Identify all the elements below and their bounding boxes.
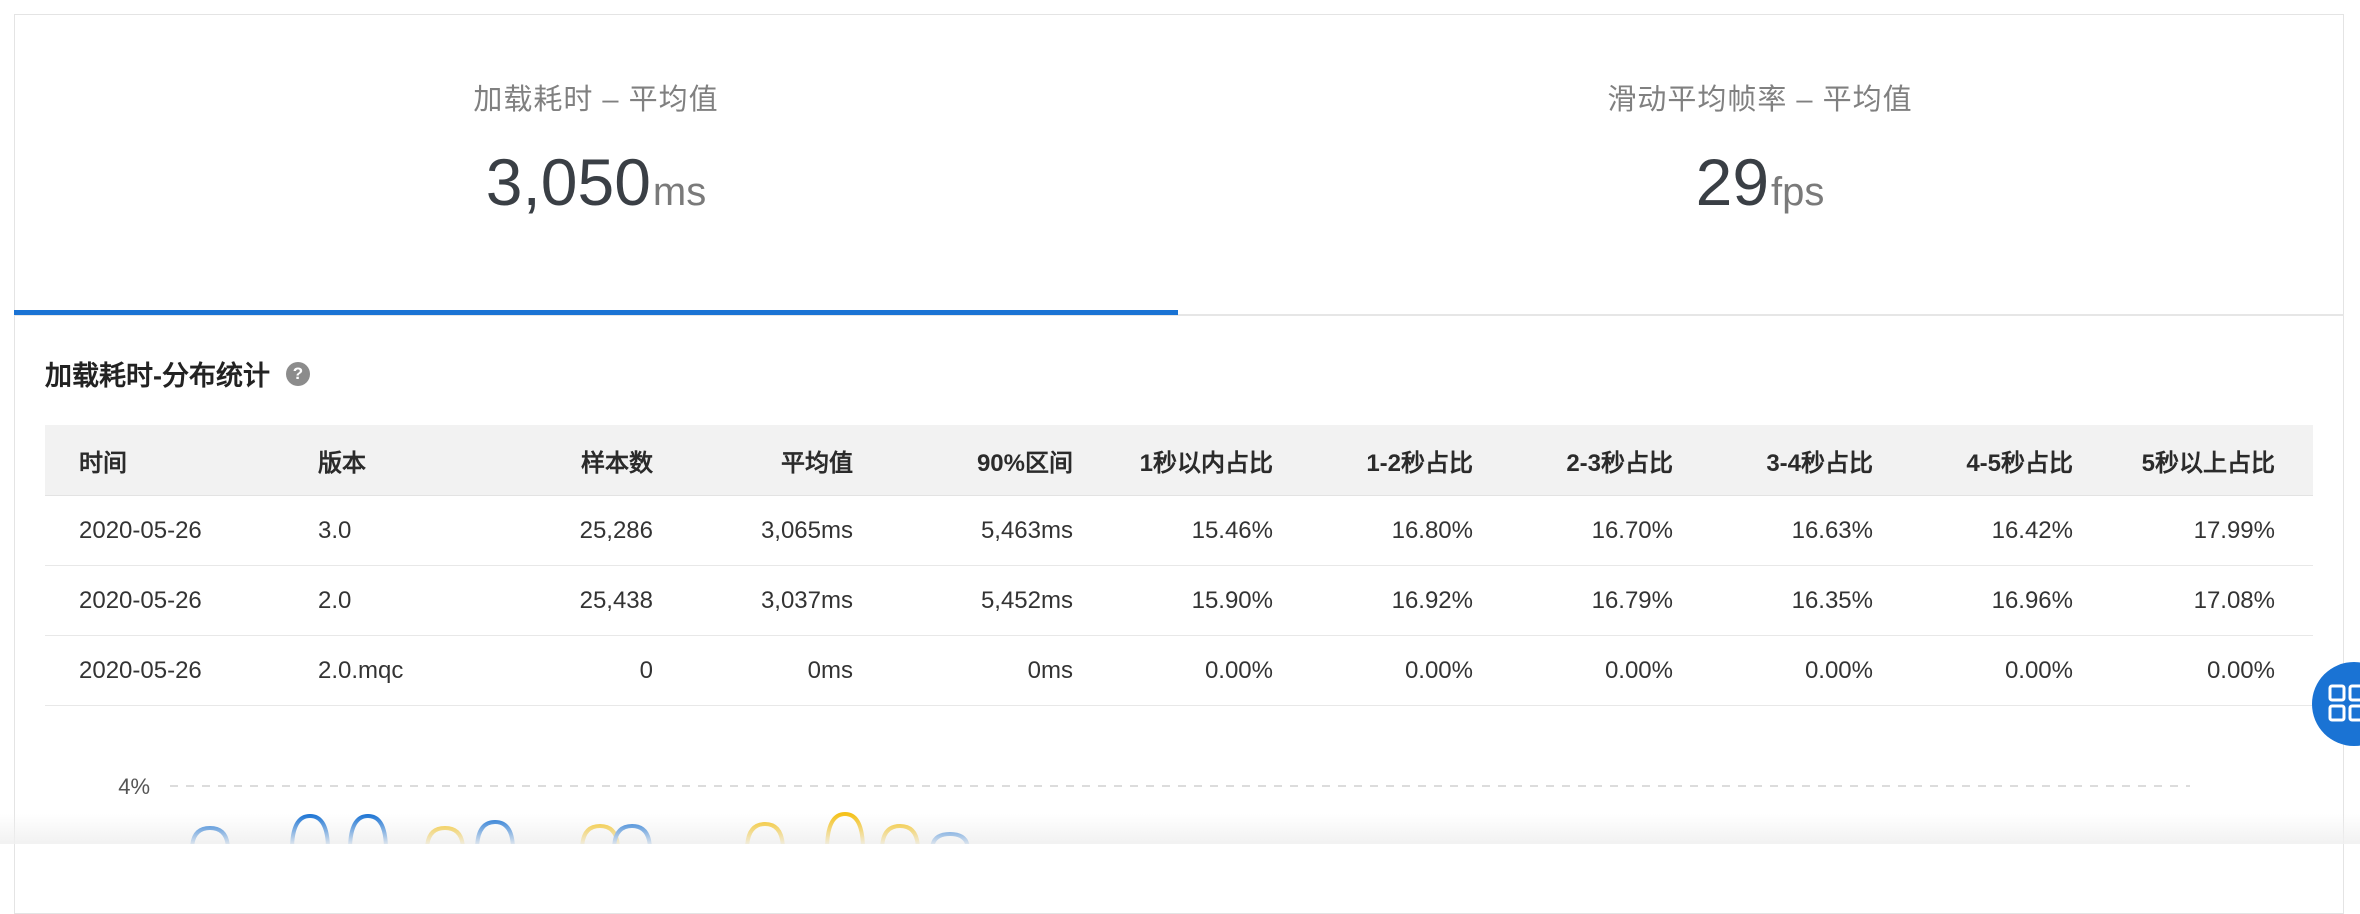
metric-title: 加载耗时 – 平均值 [473, 84, 719, 116]
grid-apps-icon [2328, 684, 2360, 722]
table-row[interactable]: 2020-05-26 2.0.mqc 0 0ms 0ms 0.00% 0.00% 0.00% 0… [45, 636, 2313, 706]
section-title: 加载耗时-分布统计 ? [45, 354, 310, 393]
metric-tabs: 加载耗时 – 平均值 3,050ms 滑动平均帧率 – 平均值 29fps [14, 14, 2344, 316]
help-icon[interactable]: ? [286, 361, 310, 386]
metric-unit: fps [1771, 170, 1825, 214]
bottom-fade [0, 814, 2360, 844]
metric-number: 29 [1695, 145, 1770, 219]
y-tick-label: 4% [118, 774, 150, 799]
table-row[interactable]: 2020-05-26 2.0 25,438 3,037ms 5,452ms 15.90% 1… [45, 566, 2313, 636]
metric-tab-fps[interactable]: 滑动平均帧率 – 平均值 29fps [1178, 14, 2342, 314]
metric-value: 3,050ms [14, 144, 1178, 220]
metric-value: 29fps [1178, 144, 2342, 220]
distribution-table: 时间 版本 样本数 平均值 90%区间 1秒以内占比 1-2秒占比 2-3秒占比 3-4秒占比 4… [45, 425, 2313, 706]
section-title-text: 加载耗时-分布统计 [45, 361, 270, 391]
column-header: 5秒以上占比 [2141, 449, 2275, 477]
table-cell: 17.99% [2193, 516, 2275, 544]
table-header: 时间 版本 样本数 平均值 90%区间 1秒以内占比 1-2秒占比 2-3秒占比 3-4秒占比 4… [45, 425, 2313, 496]
metric-number: 3,050 [485, 145, 651, 219]
metric-unit: ms [652, 170, 707, 214]
metric-title: 滑动平均帧率 – 平均值 [1607, 84, 1913, 116]
active-tab-indicator [14, 310, 1178, 315]
table-cell: 0.00% [2206, 656, 2275, 684]
table-row[interactable]: 2020-05-26 3.0 25,286 3,065ms 5,463ms 15.46% 1… [45, 496, 2313, 566]
metric-tab-load-time[interactable]: 加载耗时 – 平均值 3,050ms [14, 14, 1178, 314]
table-cell: 17.08% [2193, 586, 2275, 614]
